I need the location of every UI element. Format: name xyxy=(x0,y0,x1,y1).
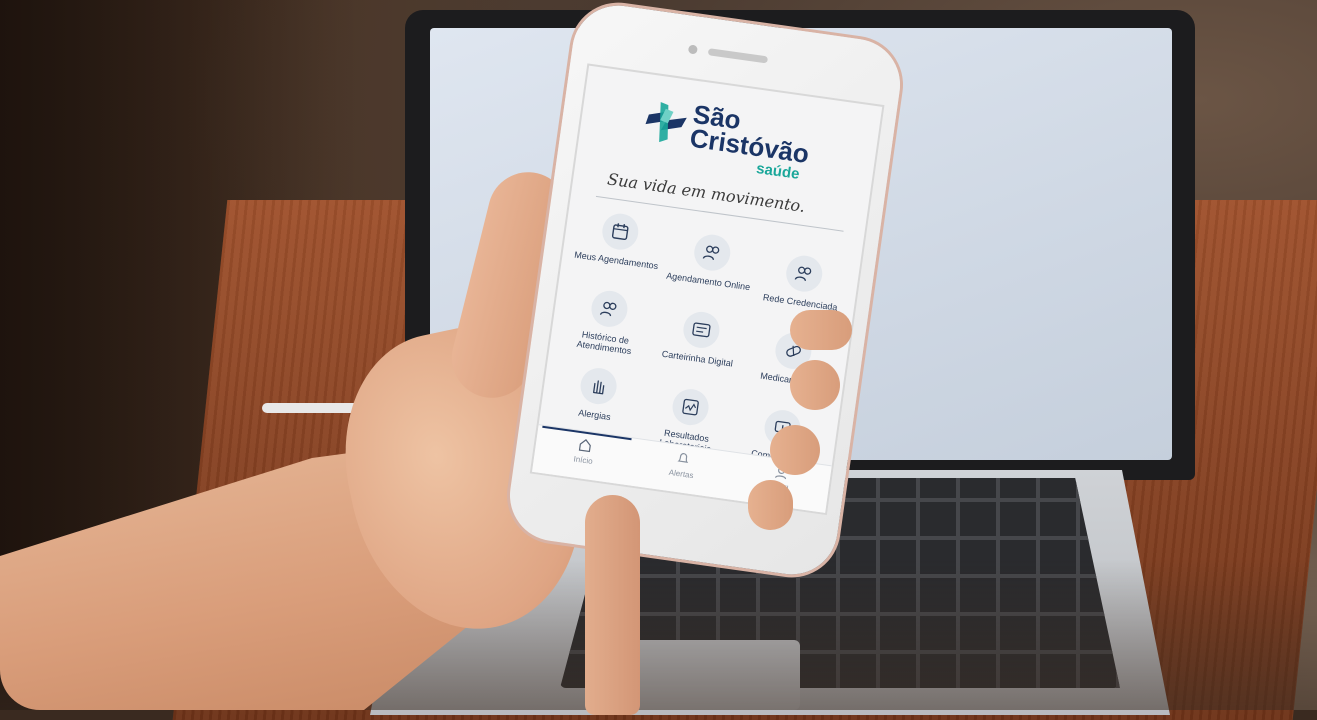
tile-label: Agendamento Online xyxy=(665,270,751,293)
tab-label: Início xyxy=(573,454,594,466)
tile-label: Carteirinha Digital xyxy=(661,348,734,369)
people-history-icon xyxy=(589,288,630,330)
bell-icon xyxy=(677,453,689,463)
tile-alergias[interactable]: Alergias xyxy=(548,362,646,426)
chart-document-icon xyxy=(670,386,711,428)
right-finger xyxy=(790,360,840,410)
tile-meus-agendamentos[interactable]: Meus Agendamentos xyxy=(570,207,668,271)
people-network-icon xyxy=(783,253,825,294)
people-icon xyxy=(691,232,733,273)
app-screen: São Cristóvão saúde Sua vida em moviment… xyxy=(529,63,885,516)
right-finger xyxy=(770,425,820,475)
tile-carteirinha-digital[interactable]: Carteirinha Digital xyxy=(651,306,749,370)
tile-rede-credenciada[interactable]: Rede Credenciada xyxy=(754,249,852,313)
id-card-icon xyxy=(681,309,722,351)
right-finger xyxy=(790,310,852,350)
tile-agendamento-online[interactable]: Agendamento Online xyxy=(662,228,760,292)
tab-label: Alertas xyxy=(668,467,695,481)
tile-label: Alergias xyxy=(577,407,612,423)
calendar-icon xyxy=(599,211,641,252)
tab-alertas[interactable]: Alertas xyxy=(632,443,733,485)
home-icon xyxy=(578,439,591,453)
right-finger xyxy=(748,480,793,530)
hand-icon xyxy=(578,365,619,407)
tab-inicio[interactable]: Início xyxy=(534,429,635,471)
tile-label: Histórico de Atendimentos xyxy=(576,329,632,357)
index-finger xyxy=(585,495,640,715)
brand-name-line2: Cristóvão xyxy=(687,122,811,169)
cross-logo-icon xyxy=(645,102,687,143)
tile-historico-atendimentos[interactable]: Histórico de Atendimentos xyxy=(558,285,658,359)
tile-label: Meus Agendamentos xyxy=(573,249,659,272)
